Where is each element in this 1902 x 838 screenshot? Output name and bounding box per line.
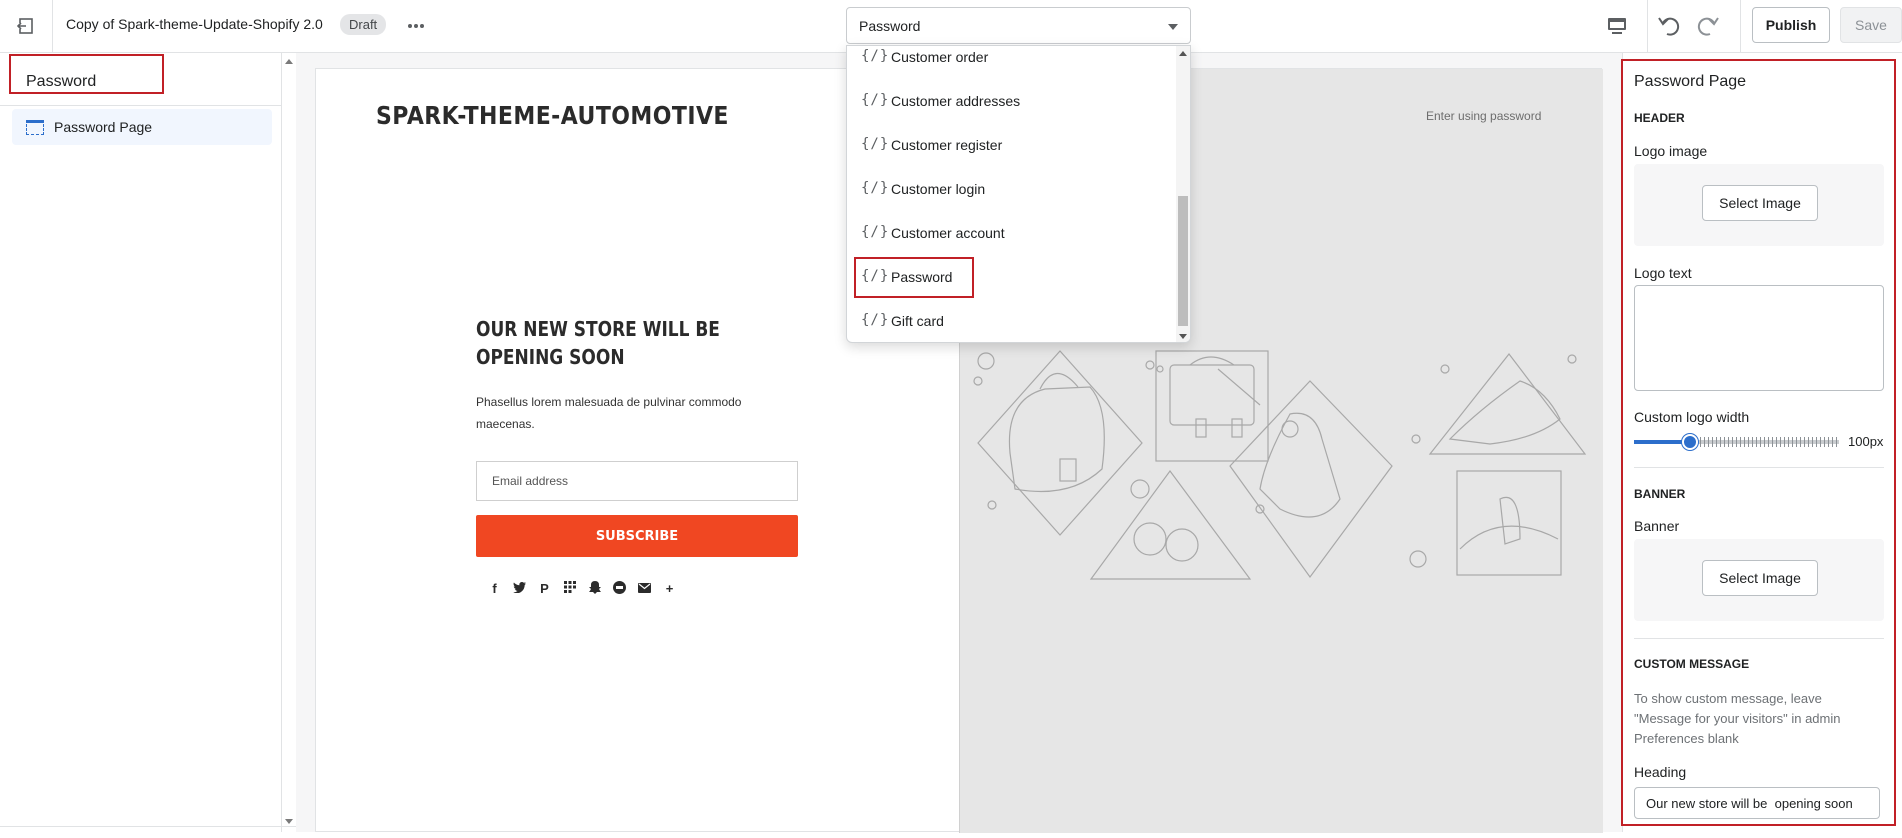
liquid-icon: {/} [861,92,890,108]
tumblr-icon[interactable] [607,581,632,597]
liquid-icon: {/} [861,136,890,152]
dropdown-item-customer-addresses[interactable]: {/} Customer addresses [847,84,1177,120]
divider [0,826,296,827]
caret-down-icon [1168,24,1178,30]
facebook-icon[interactable]: f [482,581,507,597]
scroll-down-icon[interactable] [1179,334,1187,339]
preview-subtext: Phasellus lorem malesuada de pulvinar co… [476,395,742,431]
dropdown-item-customer-register[interactable]: {/} Customer register [847,128,1177,164]
preview-heading: OUR NEW STORE WILL BE OPENING SOON [476,317,720,369]
status-badge: Draft [340,14,387,35]
exit-icon [17,18,33,34]
dropdown-item-label: Customer order [891,49,989,65]
left-sidebar: Password Password Page [0,53,282,832]
undo-icon [1658,17,1680,36]
dropdown-item-customer-account[interactable]: {/} Customer account [847,216,1177,252]
sidebar-item-password-page[interactable]: Password Page [12,109,272,145]
scroll-up-icon[interactable] [285,59,293,64]
template-select[interactable]: Password [846,7,1191,44]
toolbar-divider [1740,0,1741,52]
sidebar-item-label: Password Page [54,119,153,135]
email-input[interactable] [476,461,798,501]
email-icon[interactable] [632,581,657,597]
more-actions-button[interactable] [402,12,430,40]
pinterest-icon[interactable]: P [532,581,557,597]
template-dropdown: {/} Customer order {/} Customer addresse… [846,45,1191,343]
scrollbar-thumb[interactable] [1178,196,1188,326]
enter-password-link[interactable]: Enter using password [1426,109,1541,123]
desktop-icon [1608,18,1626,34]
publish-button[interactable]: Publish [1752,7,1830,43]
sidebar-scrollbar[interactable] [282,53,296,832]
dropdown-item-label: Customer addresses [891,93,1021,109]
scroll-down-icon[interactable] [285,819,293,824]
template-select-value: Password [859,18,921,34]
snapchat-icon[interactable] [582,581,607,597]
dropdown-item-customer-login[interactable]: {/} Customer login [847,172,1177,208]
scroll-up-icon[interactable] [1179,51,1187,56]
dropdown-item-label: Customer register [891,137,1003,153]
dropdown-item-label: Customer login [891,181,986,197]
sidebar-divider [0,105,282,106]
undo-button[interactable] [1657,12,1685,40]
store-logo[interactable]: SPARK-THEME-AUTOMOTIVE [376,101,729,130]
device-preview-button[interactable] [1603,12,1631,40]
subscribe-button[interactable]: SUBSCRIBE [476,515,798,557]
dropdown-item-gift-card[interactable]: {/} Gift card [847,304,1177,340]
exit-button[interactable] [0,0,53,52]
dropdown-scrollbar[interactable] [1176,46,1190,342]
social-links: f P + [482,581,682,597]
highlight-box [1621,59,1896,826]
liquid-icon: {/} [861,180,890,196]
plus-icon[interactable]: + [657,581,682,597]
redo-icon [1697,17,1719,36]
save-button[interactable]: Save [1840,7,1902,43]
dropdown-item-customer-order[interactable]: {/} Customer order [847,46,1177,76]
theme-name: Copy of Spark-theme-Update-Shopify 2.0 [66,16,323,32]
redo-button[interactable] [1694,12,1722,40]
highlight-box [854,257,974,298]
liquid-icon: {/} [861,48,890,64]
liquid-icon: {/} [861,312,890,328]
dropdown-item-label: Customer account [891,225,1005,241]
more-icon [408,24,424,28]
liquid-icon: {/} [861,224,890,240]
twitter-icon[interactable] [507,581,532,597]
highlight-box [9,54,164,94]
dropdown-item-label: Gift card [891,313,944,329]
section-icon [26,120,44,135]
toolbar-divider [1647,0,1648,52]
houzz-icon[interactable] [557,581,582,597]
